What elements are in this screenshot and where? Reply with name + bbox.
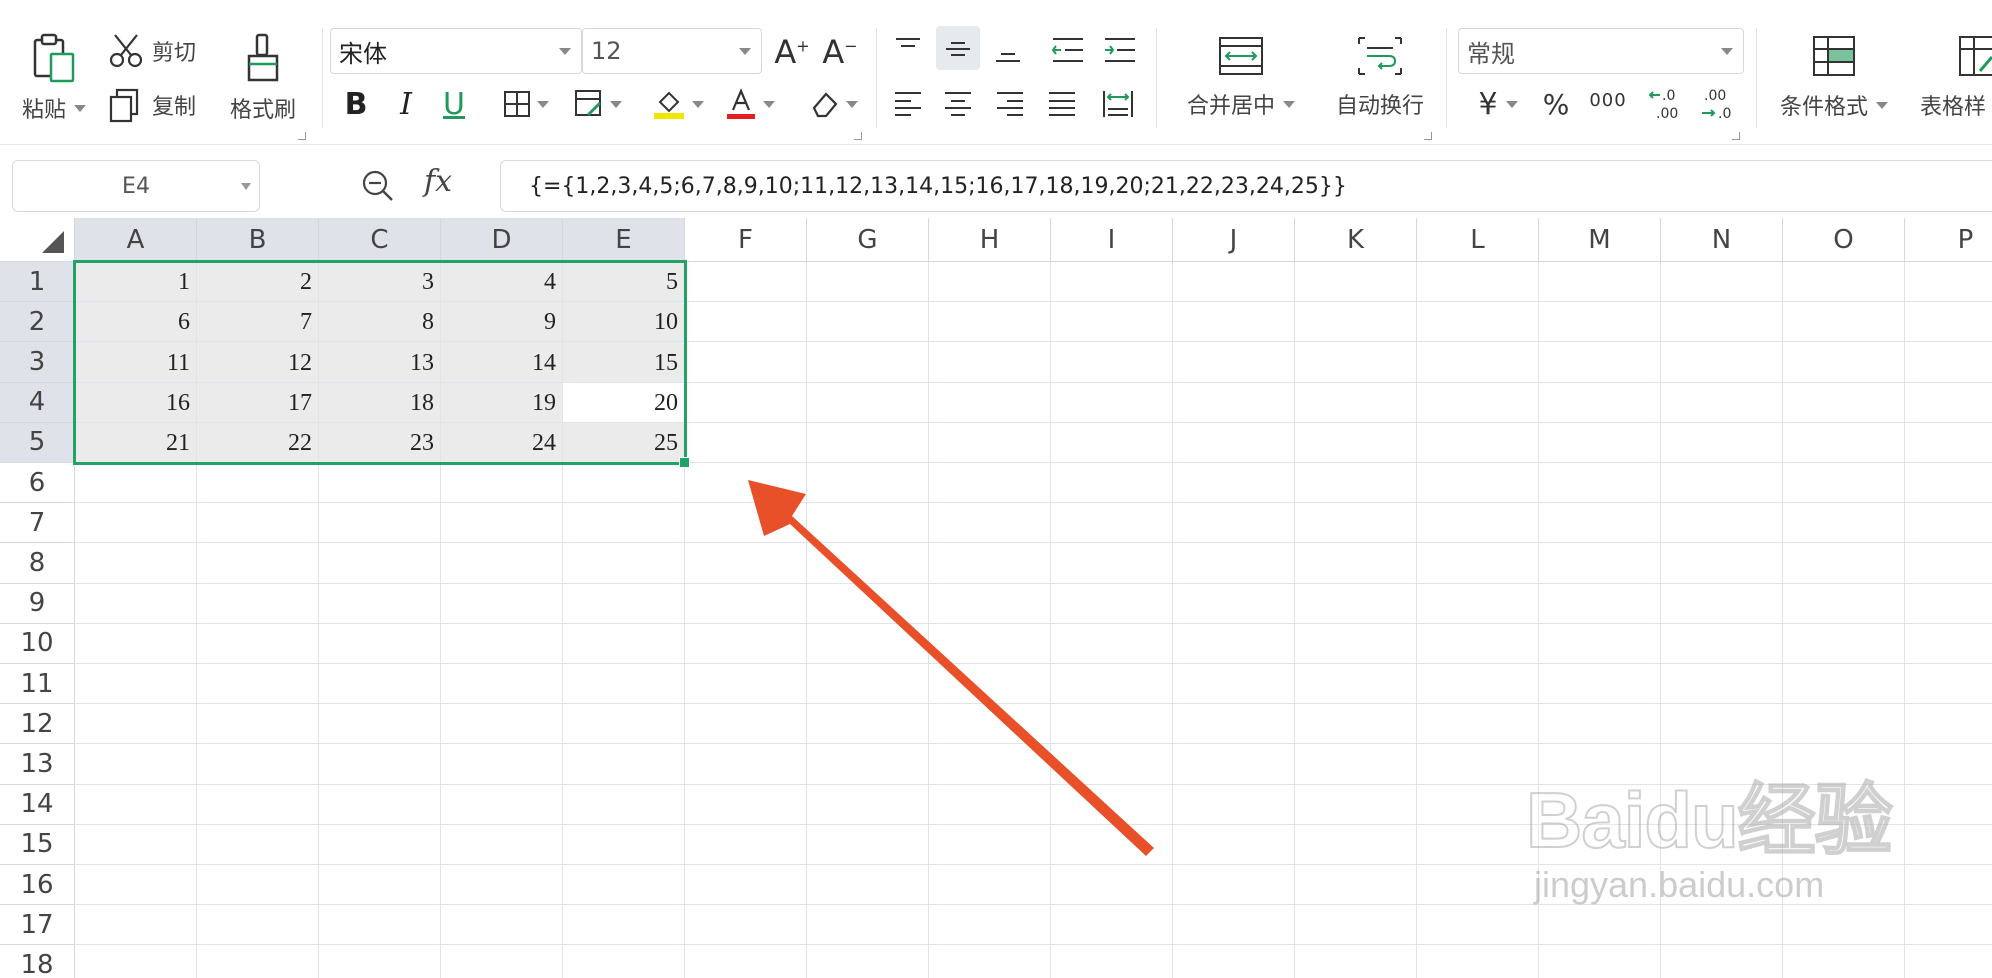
baidu-jingyan-watermark: Baidu经验 jingyan.baidu.com <box>1525 758 1894 906</box>
watermark-url: jingyan.baidu.com <box>1534 864 1825 905</box>
watermark-logo-text: Baidu经验 <box>1525 775 1894 865</box>
